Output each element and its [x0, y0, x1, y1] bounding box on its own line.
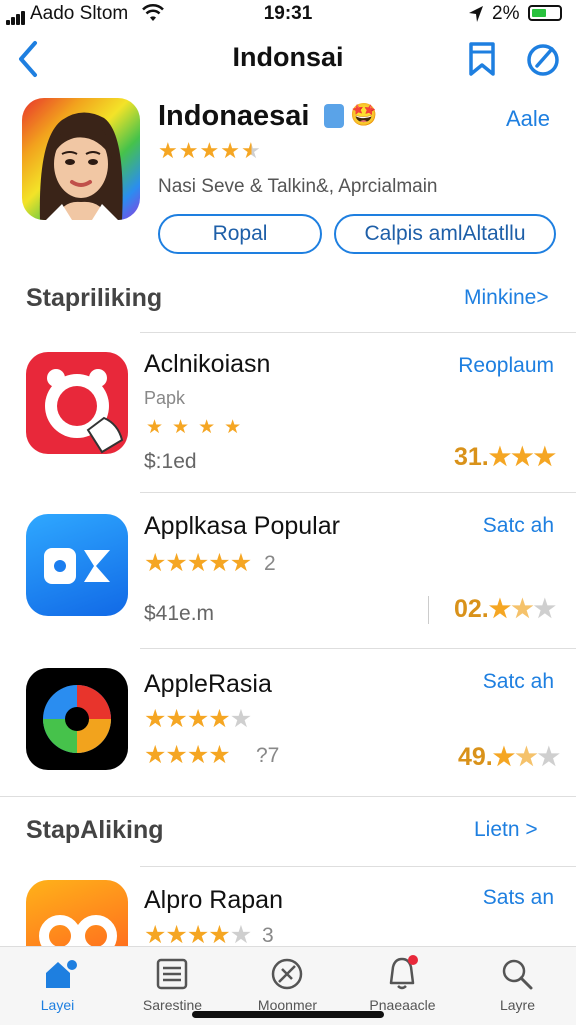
app-price: $:1ed	[144, 450, 197, 473]
list-icon	[156, 958, 188, 990]
divider	[428, 596, 429, 624]
section-title: Stapriliking	[26, 284, 163, 312]
section-title: StapAliking	[26, 816, 164, 844]
battery-icon	[528, 5, 562, 21]
app-name: Alpro Rapan	[144, 886, 283, 914]
search-icon	[502, 959, 533, 990]
app-action-button[interactable]: Satc ah	[420, 514, 554, 538]
app-rating: 31.★★★	[454, 443, 557, 471]
divider	[140, 648, 576, 649]
tab-search[interactable]: Layre	[460, 947, 575, 1025]
app-rating-stars: ★★★★★	[144, 705, 252, 733]
hero-app-name: Indonaesai	[158, 100, 310, 132]
badge-icon	[324, 104, 344, 128]
location-icon	[469, 6, 483, 22]
notification-icon	[389, 955, 418, 990]
hero-button-secondary[interactable]: Calpis amlAltatllu	[334, 214, 556, 254]
status-bar: Aado Sltom 19:31 2%	[0, 0, 576, 28]
app-action-button[interactable]: Sats an	[420, 886, 554, 910]
hero-rating-stars: ★★★★★	[158, 138, 262, 163]
app-rating-stars: ★★★★★	[144, 549, 252, 577]
battery-percent: 2%	[492, 3, 520, 24]
app-price: $41e.m	[144, 602, 215, 625]
app-rating: 02.★★★	[454, 595, 557, 623]
app-icon-3[interactable]	[26, 668, 128, 770]
divider	[0, 796, 576, 797]
app-name: AppleRasia	[144, 670, 272, 698]
home-icon	[46, 960, 77, 988]
rating-count: 3	[262, 924, 274, 947]
emoji-icon: 🤩	[350, 102, 378, 127]
see-all-link[interactable]: Minkine>	[464, 286, 549, 310]
app-name: Applkasa Popular	[144, 512, 340, 540]
app-name: Aclnikoiasn	[144, 350, 271, 378]
app-icon-hero[interactable]	[22, 98, 140, 220]
app-icon-2[interactable]	[26, 514, 128, 616]
tab-label: Layre	[499, 997, 536, 1013]
app-action-button[interactable]: Satc ah	[420, 670, 554, 694]
app-icon-1[interactable]	[26, 352, 128, 454]
hero-action-button[interactable]: Aale	[506, 106, 550, 132]
divider	[140, 492, 576, 493]
app-rating-stars-secondary: ★★★★	[144, 741, 231, 769]
app-category: Papk	[144, 388, 186, 408]
divider	[140, 866, 576, 867]
bookmark-icon[interactable]	[466, 40, 498, 78]
hero-subtitle: Nasi Seve & Talkin&, Aprcialmain	[158, 176, 438, 197]
compose-icon[interactable]	[524, 40, 562, 78]
app-action-button[interactable]: Reoplaum	[420, 354, 554, 378]
see-all-link[interactable]: Lietn >	[474, 818, 538, 842]
app-rating-stars: ★★★★	[146, 417, 251, 438]
rating-count: 2	[264, 552, 276, 575]
hero-button-primary[interactable]: Ropal	[158, 214, 322, 254]
divider	[140, 332, 576, 333]
compass-icon	[271, 958, 303, 990]
rating-count: ?7	[256, 744, 280, 767]
tab-home[interactable]: Layei	[0, 947, 115, 1025]
clock: 19:31	[263, 3, 313, 24]
home-indicator	[192, 1011, 384, 1018]
tab-label: Layei	[40, 997, 75, 1013]
app-rating: 49.★★★	[458, 743, 561, 771]
